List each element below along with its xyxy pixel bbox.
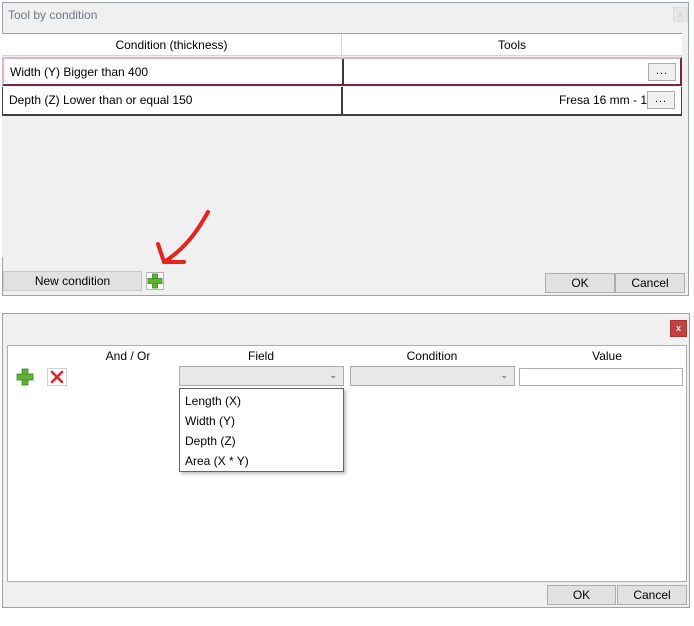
tool-cell[interactable]: Fresa 16 mm - 1 ...: [343, 87, 681, 114]
column-header-tools[interactable]: Tools: [342, 34, 682, 56]
table-row[interactable]: Width (Y) Bigger than 400 ...: [2, 57, 682, 86]
green-plus-icon: [147, 273, 163, 289]
field-select[interactable]: ⌄: [179, 366, 344, 386]
column-header-condition[interactable]: Condition (thickness): [2, 34, 342, 56]
dropdown-option[interactable]: Length (X): [185, 394, 241, 408]
column-header-condition: Condition: [406, 349, 458, 363]
close-button[interactable]: x: [673, 7, 688, 22]
conditions-grid: Condition (thickness) Tools Width (Y) Bi…: [2, 33, 682, 257]
tool-value: Fresa 16 mm - 1: [558, 93, 647, 107]
new-condition-button[interactable]: New condition: [3, 271, 142, 291]
condition-cell[interactable]: Width (Y) Bigger than 400: [4, 59, 344, 84]
browse-tool-button[interactable]: ...: [647, 91, 675, 109]
tool-cell[interactable]: ...: [344, 59, 682, 84]
column-header-value: Value: [592, 349, 622, 363]
dropdown-option[interactable]: Depth (Z): [185, 434, 236, 448]
dialog-title: Tool by condition: [8, 8, 98, 22]
table-row[interactable]: Depth (Z) Lower than or equal 150 Fresa …: [2, 87, 682, 116]
condition-select[interactable]: ⌄: [350, 366, 515, 386]
add-row-button[interactable]: [15, 368, 35, 386]
close-button[interactable]: x: [670, 320, 687, 337]
red-x-icon: [50, 370, 64, 384]
dropdown-option[interactable]: Width (Y): [185, 414, 235, 428]
field-dropdown-list: Length (X) Width (Y) Depth (Z) Area (X *…: [179, 388, 344, 472]
green-plus-icon: [16, 368, 34, 386]
column-header-field: Field: [247, 349, 274, 363]
dropdown-option[interactable]: Area (X * Y): [185, 454, 249, 468]
annotation-arrow-icon: [156, 210, 210, 264]
value-input[interactable]: [519, 368, 683, 386]
ok-button[interactable]: OK: [547, 585, 616, 605]
ok-button[interactable]: OK: [545, 273, 615, 293]
browse-tool-button[interactable]: ...: [648, 63, 676, 81]
column-header-and-or: And / Or: [105, 349, 151, 363]
delete-row-button[interactable]: [47, 368, 67, 386]
cancel-button[interactable]: Cancel: [617, 585, 687, 605]
condition-cell[interactable]: Depth (Z) Lower than or equal 150: [3, 87, 343, 114]
chevron-down-icon: ⌄: [329, 370, 337, 380]
chevron-down-icon: ⌄: [500, 370, 508, 380]
cancel-button[interactable]: Cancel: [615, 273, 685, 293]
